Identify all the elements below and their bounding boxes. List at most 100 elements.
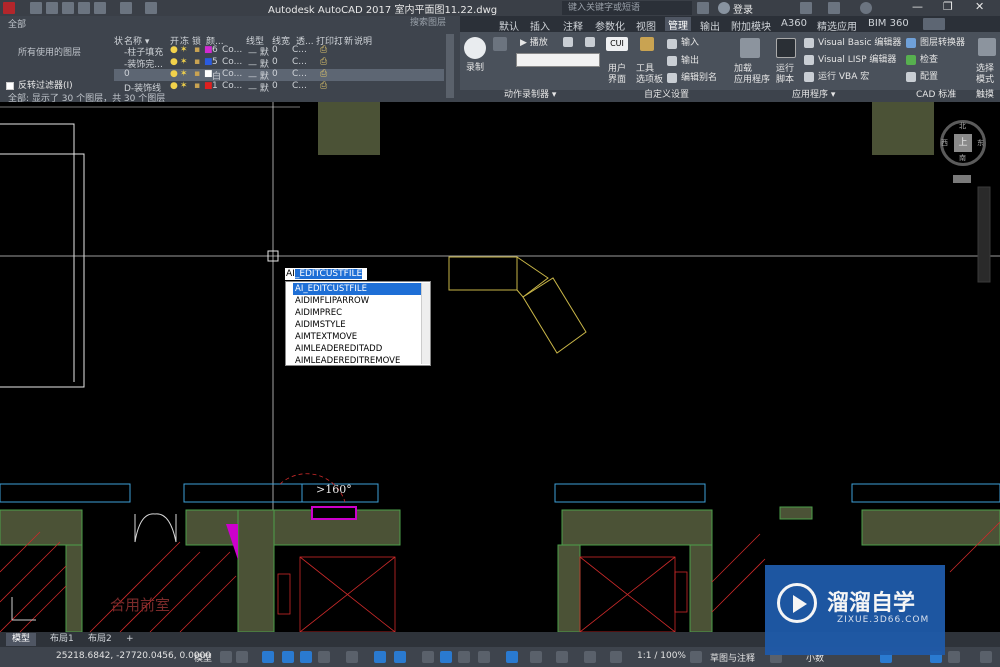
sun-icon[interactable]: ✶ bbox=[180, 45, 188, 55]
selection-filter-icon[interactable] bbox=[530, 651, 542, 663]
snap-icon[interactable] bbox=[236, 651, 248, 663]
record-label[interactable]: 录制 bbox=[466, 63, 484, 74]
isodraft-icon[interactable] bbox=[346, 651, 358, 663]
viewcube-compass[interactable]: 上 北 南 西 东 bbox=[940, 120, 986, 166]
lightbulb-icon[interactable]: ● bbox=[170, 69, 178, 79]
user-icon[interactable] bbox=[718, 2, 730, 14]
layer-list-scrollbar[interactable] bbox=[446, 34, 454, 98]
compass-south[interactable]: 南 bbox=[959, 153, 966, 163]
tool-palettes-icon[interactable] bbox=[640, 37, 654, 51]
layer-transparency[interactable]: 0 bbox=[272, 45, 278, 55]
compass-north[interactable]: 北 bbox=[959, 121, 966, 131]
print-icon[interactable]: ⎙ bbox=[320, 45, 327, 55]
vba-editor-icon[interactable] bbox=[804, 38, 814, 48]
layer-row[interactable]: -柱子填充 ● ✶ ▪ ■ 6 Co... — 默 0 C... ⎙ bbox=[114, 45, 444, 58]
layer-linetype[interactable]: Co... bbox=[222, 69, 242, 79]
tab-default[interactable]: 默认 bbox=[499, 18, 519, 33]
layer-translator-icon[interactable] bbox=[906, 38, 916, 48]
tab-featured-apps[interactable]: 精选应用 bbox=[817, 18, 857, 33]
plot-icon[interactable] bbox=[94, 2, 106, 14]
load-application-icon[interactable] bbox=[740, 38, 760, 58]
3d-osnap-icon[interactable] bbox=[478, 651, 490, 663]
help-search-input[interactable]: 键入关键字或短语 bbox=[562, 1, 692, 15]
print-icon[interactable]: ⎙ bbox=[320, 57, 327, 67]
add-layout-button[interactable]: + bbox=[120, 633, 140, 646]
lock-icon[interactable]: ▪ bbox=[194, 45, 200, 55]
unused-layers-filter[interactable]: 所有使用的图层 bbox=[18, 48, 81, 59]
run-vba-button[interactable]: 运行 VBA 宏 bbox=[818, 72, 869, 83]
drawing-area[interactable]: >160° 合用前室 上 北 南 西 东 bbox=[0, 102, 1000, 633]
infer-constraints-icon[interactable] bbox=[262, 651, 274, 663]
open-file-icon[interactable] bbox=[46, 2, 58, 14]
tab-bim360[interactable]: BIM 360 bbox=[868, 18, 909, 29]
tab-layout2[interactable]: 布局2 bbox=[82, 633, 118, 646]
tab-manage[interactable]: 管理 bbox=[665, 17, 691, 32]
configure-icon[interactable] bbox=[906, 72, 916, 82]
print-icon[interactable]: ⎙ bbox=[320, 69, 327, 79]
tool-palettes-button[interactable]: 工具 选项板 bbox=[636, 64, 663, 86]
select-mode-button[interactable]: 选择 模式 bbox=[976, 64, 994, 86]
viewcube-top-face[interactable]: 上 bbox=[954, 134, 972, 152]
record-icon[interactable] bbox=[464, 37, 486, 59]
group-applications[interactable]: 应用程序 ▾ bbox=[792, 90, 835, 101]
run-vba-icon[interactable] bbox=[804, 72, 814, 82]
user-interface-button[interactable]: 用户 界面 bbox=[608, 64, 626, 86]
a360-icon[interactable] bbox=[828, 2, 840, 14]
login-label[interactable]: 登录 bbox=[733, 1, 753, 16]
suggestion-item[interactable]: AIDIMFLIPARROW bbox=[293, 295, 421, 307]
selection-cycling-icon[interactable] bbox=[458, 651, 470, 663]
compass-east[interactable]: 东 bbox=[977, 138, 984, 148]
lightbulb-icon[interactable]: ● bbox=[170, 57, 178, 67]
vb-editor-button[interactable]: Visual Basic 编辑器 bbox=[818, 38, 901, 49]
new-file-icon[interactable] bbox=[30, 2, 42, 14]
coordinate-readout[interactable]: 25218.6842, -27720.0456, 0.0000 bbox=[56, 651, 211, 661]
tab-model[interactable]: 模型 bbox=[6, 633, 37, 646]
sun-icon[interactable]: ✶ bbox=[180, 69, 188, 79]
select-mode-icon[interactable] bbox=[978, 38, 996, 56]
tab-annotate[interactable]: 注释 bbox=[563, 18, 583, 33]
gear-icon[interactable] bbox=[690, 651, 702, 663]
tab-a360[interactable]: A360 bbox=[781, 18, 807, 29]
suggestion-item[interactable]: AIDIMSTYLE bbox=[293, 319, 421, 331]
sun-icon[interactable]: ✶ bbox=[180, 57, 188, 67]
wcs-menu-icon[interactable] bbox=[953, 175, 971, 183]
sun-icon[interactable]: ✶ bbox=[180, 81, 188, 91]
annotation-icon[interactable] bbox=[493, 37, 507, 51]
undo-icon[interactable] bbox=[120, 2, 132, 14]
layer-search-input[interactable]: 搜索图层 bbox=[410, 18, 446, 29]
ribbon-options-icon[interactable] bbox=[923, 18, 945, 30]
export-button[interactable]: 输出 bbox=[681, 56, 699, 67]
configure-button[interactable]: 配置 bbox=[920, 72, 938, 83]
tab-view[interactable]: 视图 bbox=[636, 18, 656, 33]
layer-lineweight[interactable]: — 默 bbox=[248, 81, 269, 94]
check-icon[interactable] bbox=[906, 55, 916, 65]
run-script-button[interactable]: 运行 脚本 bbox=[776, 64, 794, 86]
annotation-visibility-icon[interactable] bbox=[584, 651, 596, 663]
minimize-icon[interactable]: — bbox=[912, 0, 923, 13]
workspace-switch[interactable]: 草图与注释 bbox=[710, 651, 755, 664]
help-icon[interactable] bbox=[860, 2, 872, 14]
edit-aliases-icon[interactable] bbox=[667, 73, 677, 83]
dynamic-input[interactable]: AI_EDITCUSTFILE bbox=[285, 268, 367, 280]
cui-icon[interactable]: CUI bbox=[606, 37, 628, 51]
grid-icon[interactable] bbox=[220, 651, 232, 663]
dynamic-input-icon[interactable] bbox=[282, 651, 294, 663]
group-action-recorder[interactable]: 动作录制器 ▾ bbox=[504, 90, 556, 101]
import-button[interactable]: 输入 bbox=[681, 38, 699, 49]
print-icon[interactable]: ⎙ bbox=[320, 81, 327, 91]
auto-scale-icon[interactable] bbox=[610, 651, 622, 663]
export-icon[interactable] bbox=[667, 56, 677, 66]
tab-addins[interactable]: 附加模块 bbox=[731, 18, 771, 33]
polar-icon[interactable] bbox=[318, 651, 330, 663]
suggestion-item[interactable]: AI_EDITCUSTFILE bbox=[293, 283, 421, 295]
filter-tree-label[interactable]: 全部 bbox=[8, 20, 26, 31]
tab-output[interactable]: 输出 bbox=[700, 18, 720, 33]
gizmo-icon[interactable] bbox=[556, 651, 568, 663]
lineweight-icon[interactable] bbox=[422, 651, 434, 663]
save-as-icon[interactable] bbox=[78, 2, 90, 14]
save-icon[interactable] bbox=[62, 2, 74, 14]
load-application-button[interactable]: 加载 应用程序 bbox=[734, 64, 770, 86]
layer-translator-button[interactable]: 图层转换器 bbox=[920, 38, 965, 49]
lock-icon[interactable]: ▪ bbox=[194, 57, 200, 67]
layer-transparency[interactable]: 0 bbox=[272, 69, 278, 79]
